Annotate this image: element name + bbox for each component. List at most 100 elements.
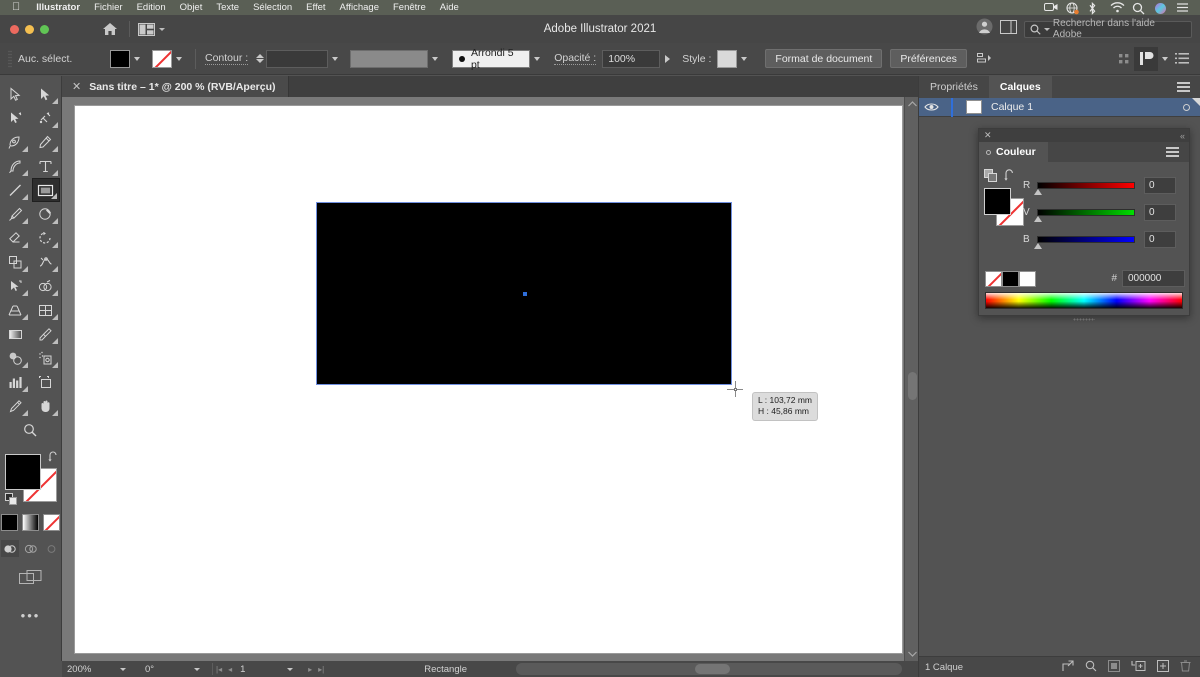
new-sublayer-icon[interactable] — [1131, 660, 1146, 675]
symbol-sprayer-tool[interactable] — [32, 346, 60, 370]
shaper-tool[interactable] — [32, 202, 60, 226]
apply-color-icon[interactable] — [984, 169, 998, 188]
line-segment-tool[interactable] — [2, 178, 30, 202]
quick-swatch-black[interactable] — [1002, 271, 1019, 287]
first-page-icon[interactable]: |◂ — [213, 665, 225, 674]
zoom-tool[interactable] — [17, 418, 45, 442]
vertical-scrollbar-thumb[interactable] — [908, 372, 917, 400]
siri-icon[interactable] — [1154, 2, 1168, 14]
collapse-panel-icon[interactable]: « — [1180, 131, 1184, 141]
maximize-window-button[interactable] — [40, 25, 49, 34]
layer-name[interactable]: Calque 1 — [991, 101, 1033, 113]
workspace-switcher-icon[interactable] — [1000, 20, 1017, 39]
tab-couleur[interactable]: Couleur — [979, 142, 1048, 162]
bluetooth-icon[interactable] — [1088, 2, 1102, 14]
free-transform-tool[interactable] — [2, 274, 30, 298]
rotation-value[interactable]: 0° — [140, 661, 188, 677]
slider-track-v[interactable] — [1037, 209, 1135, 216]
slider-value-r[interactable]: 0 — [1144, 177, 1176, 194]
slider-knob-r[interactable] — [1034, 189, 1042, 195]
menu-item-selection[interactable]: Sélection — [246, 2, 299, 13]
wifi-icon[interactable] — [1110, 2, 1124, 14]
color-spectrum-ramp[interactable] — [985, 292, 1183, 309]
canvas-area[interactable]: L : 103,72 mm H : 45,86 mm — [62, 97, 918, 661]
menu-item-aide[interactable]: Aide — [433, 2, 466, 13]
fill-color-indicator[interactable] — [5, 454, 41, 490]
close-tab-icon[interactable]: ✕ — [72, 80, 81, 93]
panel-menu-icon[interactable] — [1172, 49, 1192, 69]
artboard-tool[interactable] — [32, 370, 60, 394]
page-dropdown[interactable] — [287, 668, 293, 671]
tab-proprietes[interactable]: Propriétés — [919, 76, 989, 98]
close-panel-icon[interactable]: ✕ — [984, 130, 992, 141]
preferences-button[interactable]: Préférences — [890, 49, 967, 68]
search-input[interactable]: Rechercher dans l'aide Adobe — [1024, 21, 1192, 38]
make-mask-icon[interactable] — [1108, 660, 1120, 675]
chevron-down-icon[interactable] — [159, 28, 165, 31]
opacity-options-arrow[interactable] — [660, 50, 674, 68]
swap-fill-stroke-icon[interactable] — [1003, 169, 1016, 187]
gradient-mode[interactable] — [22, 514, 39, 531]
fill-swatch-dropdown[interactable] — [130, 50, 144, 68]
stroke-profile-dropdown[interactable] — [428, 50, 442, 68]
menu-item-illustrator[interactable]: Illustrator — [29, 2, 87, 13]
change-screen-mode-icon[interactable] — [19, 569, 43, 592]
locate-object-icon[interactable] — [1062, 660, 1074, 675]
last-page-icon[interactable]: ▸| — [315, 665, 327, 674]
panel-menu-icon[interactable] — [1156, 145, 1189, 160]
slider-track-b[interactable] — [1037, 236, 1135, 243]
apple-icon[interactable]:  — [12, 2, 20, 13]
edit-toolbar-icon[interactable]: ••• — [21, 608, 41, 623]
scroll-up-arrow[interactable] — [905, 97, 918, 111]
stroke-weight-dropdown[interactable] — [328, 50, 342, 68]
scale-tool[interactable] — [2, 250, 30, 274]
selection-tool[interactable] — [2, 82, 30, 106]
quick-swatch-white[interactable] — [1019, 271, 1036, 287]
next-page-icon[interactable]: ▸ — [305, 665, 315, 674]
eye-icon[interactable] — [919, 102, 943, 112]
direct-selection-tool[interactable] — [32, 82, 60, 106]
draw-normal[interactable] — [1, 540, 19, 557]
pen-tool[interactable] — [2, 130, 30, 154]
menu-item-affichage[interactable]: Affichage — [333, 2, 386, 13]
none-mode[interactable] — [43, 514, 60, 531]
close-window-button[interactable] — [10, 25, 19, 34]
rotation-dropdown[interactable] — [194, 668, 200, 671]
curvature-tool[interactable] — [32, 130, 60, 154]
previous-page-icon[interactable]: ◂ — [225, 665, 235, 674]
rotate-tool[interactable] — [32, 226, 60, 250]
swap-fill-stroke-icon[interactable] — [47, 450, 59, 462]
layer-row[interactable]: Calque 1 — [919, 98, 1200, 117]
color-panel-fill-indicator[interactable] — [984, 188, 1011, 215]
width-tool[interactable] — [32, 250, 60, 274]
lasso-tool[interactable] — [32, 106, 60, 130]
page-number-value[interactable]: 1 — [235, 661, 281, 677]
default-fill-stroke-icon[interactable] — [5, 493, 18, 506]
blend-tool[interactable] — [2, 346, 30, 370]
arrange-documents-icon[interactable] — [138, 23, 165, 36]
artboard[interactable]: L : 103,72 mm H : 45,86 mm — [75, 106, 902, 653]
tab-calques[interactable]: Calques — [989, 76, 1052, 98]
home-icon[interactable] — [99, 19, 121, 39]
zoom-level-dropdown[interactable] — [120, 668, 126, 671]
spotlight-search-icon[interactable] — [1132, 2, 1146, 14]
draw-inside[interactable] — [43, 540, 61, 557]
globe-icon[interactable] — [1066, 2, 1080, 14]
quick-swatch-none[interactable] — [985, 271, 1002, 287]
stroke-weight-label[interactable]: Contour : — [205, 52, 248, 65]
slice-tool[interactable] — [2, 394, 30, 418]
slider-knob-v[interactable] — [1034, 216, 1042, 222]
workspace-icon[interactable] — [1134, 47, 1158, 71]
brush-definition-select[interactable]: Arrondi 5 pt — [452, 50, 530, 68]
align-objects-icon[interactable] — [975, 49, 995, 69]
panel-menu-icon[interactable] — [1167, 76, 1200, 98]
color-swatch-mode[interactable] — [1, 514, 18, 531]
stroke-swatch-dropdown[interactable] — [172, 50, 186, 68]
horizontal-scrollbar-thumb[interactable] — [695, 664, 730, 674]
type-tool[interactable] — [32, 154, 60, 178]
new-layer-icon[interactable] — [1157, 660, 1169, 675]
target-circle-icon[interactable] — [1183, 104, 1190, 111]
hand-tool[interactable] — [32, 394, 60, 418]
fill-color-swatch[interactable] — [110, 50, 130, 68]
slider-value-b[interactable]: 0 — [1144, 231, 1176, 248]
